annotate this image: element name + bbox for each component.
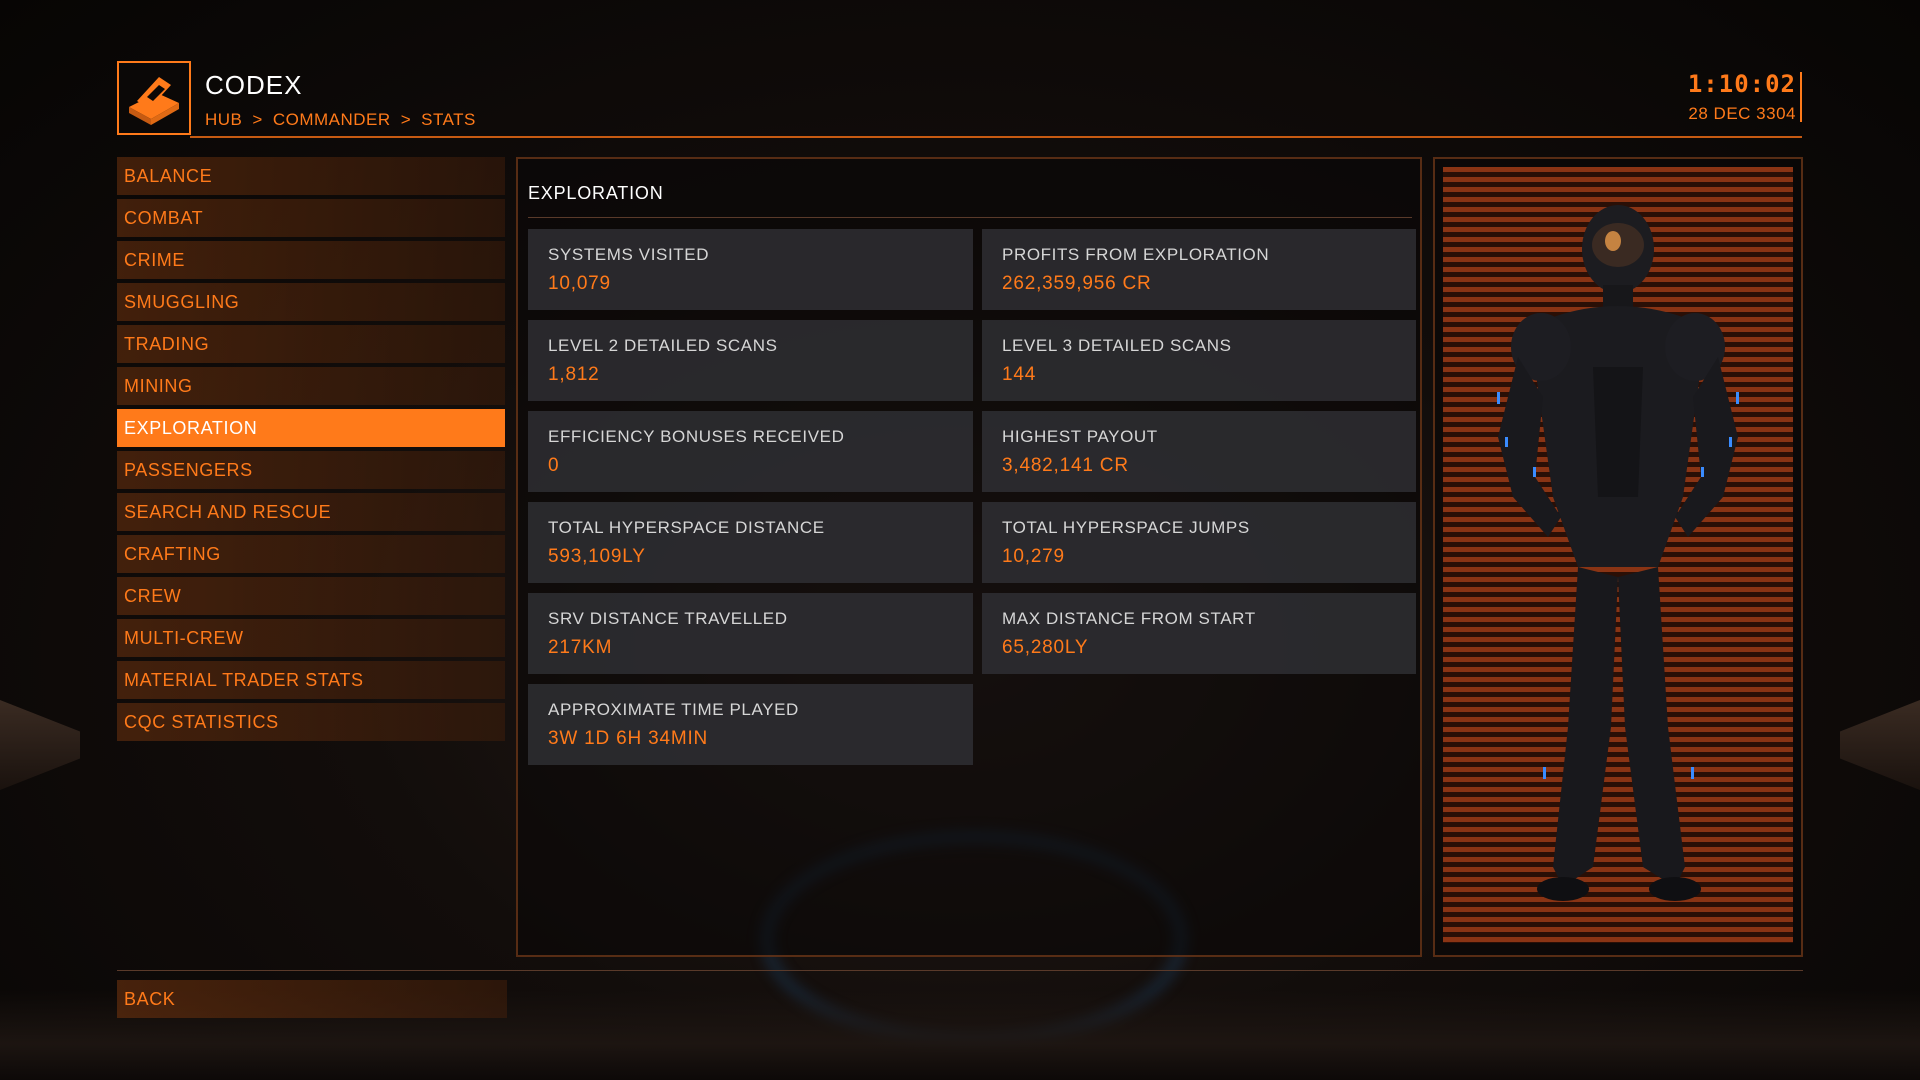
stat-card: APPROXIMATE TIME PLAYED 3W 1D 6H 34MIN — [528, 684, 973, 765]
stat-label: SYSTEMS VISITED — [548, 244, 710, 264]
clock-date: 28 DEC 3304 — [1688, 104, 1796, 123]
breadcrumb: HUB > COMMANDER > STATS — [205, 110, 476, 130]
stat-card: SRV DISTANCE TRAVELLED 217KM — [528, 593, 973, 674]
stat-value: 1,812 — [548, 363, 600, 385]
clock: 1:10:02 28 DEC 3304 — [1688, 70, 1796, 124]
breadcrumb-stats: STATS — [421, 110, 476, 129]
sidebar-item-smuggling[interactable]: SMUGGLING — [117, 283, 505, 321]
sidebar-item-mining[interactable]: MINING — [117, 367, 505, 405]
sidebar-item-balance[interactable]: BALANCE — [117, 157, 505, 195]
codex-book-icon — [129, 77, 179, 125]
sidebar: BALANCE COMBAT CRIME SMUGGLING TRADING M… — [117, 157, 505, 745]
stat-label: SRV DISTANCE TRAVELLED — [548, 608, 788, 628]
stat-card: PROFITS FROM EXPLORATION 262,359,956 CR — [982, 229, 1416, 310]
stat-value: 3W 1D 6H 34MIN — [548, 727, 709, 749]
panel-title: EXPLORATION — [528, 183, 664, 203]
stat-label: PROFITS FROM EXPLORATION — [1002, 244, 1270, 264]
header-divider — [190, 136, 1802, 138]
stat-label: LEVEL 3 DETAILED SCANS — [1002, 335, 1232, 355]
stat-value: 0 — [548, 454, 560, 476]
sidebar-item-crime[interactable]: CRIME — [117, 241, 505, 279]
breadcrumb-commander[interactable]: COMMANDER — [273, 110, 391, 130]
clock-time: 1:10:02 — [1687, 70, 1796, 98]
stat-value: 262,359,956 CR — [1002, 272, 1152, 294]
sidebar-item-crew[interactable]: CREW — [117, 577, 505, 615]
page-title: CODEX — [205, 70, 303, 100]
commander-portrait-panel — [1433, 157, 1803, 957]
stat-value: 217KM — [548, 636, 613, 658]
sidebar-item-multi-crew[interactable]: MULTI-CREW — [117, 619, 505, 657]
breadcrumb-hub[interactable]: HUB — [205, 110, 242, 130]
background-panel-right — [1840, 700, 1920, 790]
commander-portrait — [1443, 167, 1793, 943]
stat-label: TOTAL HYPERSPACE DISTANCE — [548, 517, 825, 537]
sidebar-item-material-trader-stats[interactable]: MATERIAL TRADER STATS — [117, 661, 505, 699]
clock-divider — [1800, 72, 1802, 122]
stat-value: 593,109LY — [548, 545, 646, 567]
stat-value: 65,280LY — [1002, 636, 1089, 658]
stat-card: HIGHEST PAYOUT 3,482,141 CR — [982, 411, 1416, 492]
stat-label: HIGHEST PAYOUT — [1002, 426, 1158, 446]
stat-value: 3,482,141 CR — [1002, 454, 1129, 476]
sidebar-item-trading[interactable]: TRADING — [117, 325, 505, 363]
sidebar-item-search-and-rescue[interactable]: SEARCH AND RESCUE — [117, 493, 505, 531]
stat-value: 144 — [1002, 363, 1037, 385]
stat-label: APPROXIMATE TIME PLAYED — [548, 699, 799, 719]
sidebar-item-passengers[interactable]: PASSENGERS — [117, 451, 505, 489]
stat-label: TOTAL HYPERSPACE JUMPS — [1002, 517, 1250, 537]
stat-value: 10,279 — [1002, 545, 1065, 567]
sidebar-item-cqc-statistics[interactable]: CQC STATISTICS — [117, 703, 505, 741]
panel-title-divider — [528, 217, 1412, 218]
stat-label: LEVEL 2 DETAILED SCANS — [548, 335, 778, 355]
stat-card: LEVEL 3 DETAILED SCANS 144 — [982, 320, 1416, 401]
breadcrumb-separator: > — [400, 110, 412, 129]
stats-grid: SYSTEMS VISITED 10,079 PROFITS FROM EXPL… — [528, 229, 1416, 765]
stat-value: 10,079 — [548, 272, 611, 294]
codex-logo — [117, 61, 191, 135]
stat-label: EFFICIENCY BONUSES RECEIVED — [548, 426, 845, 446]
footer-divider — [117, 970, 1803, 971]
sidebar-item-exploration[interactable]: EXPLORATION — [117, 409, 505, 447]
background-panel-left — [0, 700, 80, 790]
stat-card: TOTAL HYPERSPACE JUMPS 10,279 — [982, 502, 1416, 583]
stat-card: SYSTEMS VISITED 10,079 — [528, 229, 973, 310]
stat-label: MAX DISTANCE FROM START — [1002, 608, 1256, 628]
stat-card: LEVEL 2 DETAILED SCANS 1,812 — [528, 320, 973, 401]
sidebar-item-combat[interactable]: COMBAT — [117, 199, 505, 237]
stats-panel: EXPLORATION SYSTEMS VISITED 10,079 PROFI… — [516, 157, 1422, 957]
stat-card: EFFICIENCY BONUSES RECEIVED 0 — [528, 411, 973, 492]
stat-card: TOTAL HYPERSPACE DISTANCE 593,109LY — [528, 502, 973, 583]
back-button[interactable]: BACK — [117, 980, 507, 1018]
sidebar-item-crafting[interactable]: CRAFTING — [117, 535, 505, 573]
stat-card: MAX DISTANCE FROM START 65,280LY — [982, 593, 1416, 674]
breadcrumb-separator: > — [252, 110, 263, 129]
commander-figure — [1497, 205, 1739, 901]
